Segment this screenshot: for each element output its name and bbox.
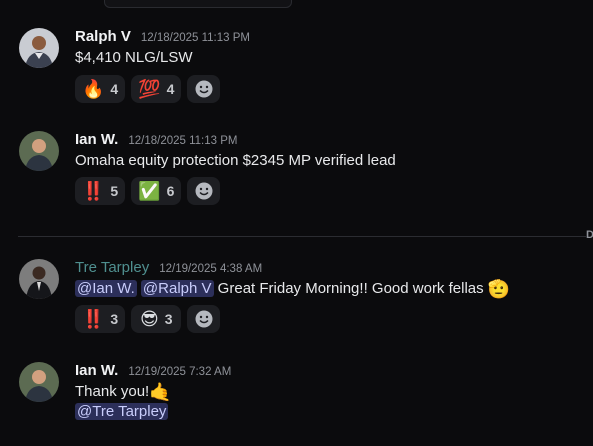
saluting-face-icon: 🫡	[487, 279, 511, 299]
user-mention[interactable]: @Ralph V	[140, 280, 214, 297]
username[interactable]: Ian W.	[75, 362, 118, 379]
avatar-image	[19, 259, 59, 299]
reaction-double-exclamation[interactable]: ‼️ 5	[75, 177, 126, 205]
double-exclamation-icon: ‼️	[82, 309, 105, 329]
user-mention[interactable]: @Tre Tarpley	[75, 403, 169, 420]
avatar-image	[19, 362, 59, 402]
message-body: Thank you!	[75, 383, 150, 400]
previous-reaction-bar	[104, 0, 292, 8]
message-text: Omaha equity protection $2345 MP verifie…	[75, 152, 396, 169]
reaction-count: 3	[164, 311, 173, 327]
message-body: Great Friday Morning!! Good work fellas	[213, 280, 488, 297]
reaction-count: 5	[110, 183, 119, 199]
username[interactable]: Ralph V	[75, 28, 131, 45]
avatar[interactable]	[19, 259, 59, 299]
smiley-icon	[195, 310, 213, 328]
hundred-icon: 💯	[138, 79, 161, 99]
timestamp: 12/18/2025 11:13 PM	[128, 135, 238, 147]
message-text: @Ian W. @Ralph V Great Friday Morning!! …	[75, 279, 510, 299]
reaction-check[interactable]: ✅ 6	[131, 177, 182, 205]
add-reaction-button[interactable]	[187, 75, 221, 103]
reactions-bar: ‼️ 5 ✅ 6	[75, 177, 221, 205]
reactions-bar: 🔥 4 💯 4	[75, 75, 221, 103]
reaction-sunglasses[interactable]: 😎 3	[131, 305, 182, 333]
reaction-count: 4	[110, 81, 119, 97]
add-reaction-button[interactable]	[187, 305, 221, 333]
avatar-image	[19, 131, 59, 171]
message-text: @Tre Tarpley	[75, 402, 169, 422]
reactions-bar: ‼️ 3 😎 3	[75, 305, 221, 333]
date-divider	[18, 236, 586, 237]
reaction-count: 3	[110, 311, 119, 327]
message-text: Thank you!🤙	[75, 382, 172, 402]
fire-icon: 🔥	[82, 79, 105, 99]
smiley-icon	[195, 80, 213, 98]
reaction-fire[interactable]: 🔥 4	[75, 75, 126, 103]
user-mention[interactable]: @Ian W.	[75, 280, 137, 297]
reaction-hundred[interactable]: 💯 4	[131, 75, 182, 103]
username[interactable]: Ian W.	[75, 131, 118, 148]
username[interactable]: Tre Tarpley	[75, 259, 149, 276]
reaction-count: 6	[166, 183, 175, 199]
message-text: $4,410 NLG/LSW	[75, 49, 193, 66]
double-exclamation-icon: ‼️	[82, 181, 105, 201]
sunglasses-face-icon: 😎	[139, 309, 159, 329]
check-mark-icon: ✅	[138, 181, 161, 201]
avatar[interactable]	[19, 362, 59, 402]
date-divider-label: D	[586, 229, 593, 241]
avatar-image	[19, 28, 59, 68]
timestamp: 12/19/2025 7:32 AM	[128, 366, 232, 378]
timestamp: 12/19/2025 4:38 AM	[159, 263, 263, 275]
call-me-hand-icon: 🤙	[149, 382, 172, 402]
avatar[interactable]	[19, 131, 59, 171]
smiley-icon	[195, 182, 213, 200]
reaction-double-exclamation[interactable]: ‼️ 3	[75, 305, 126, 333]
reaction-count: 4	[166, 81, 175, 97]
add-reaction-button[interactable]	[187, 177, 221, 205]
timestamp: 12/18/2025 11:13 PM	[140, 32, 250, 44]
avatar[interactable]	[19, 28, 59, 68]
